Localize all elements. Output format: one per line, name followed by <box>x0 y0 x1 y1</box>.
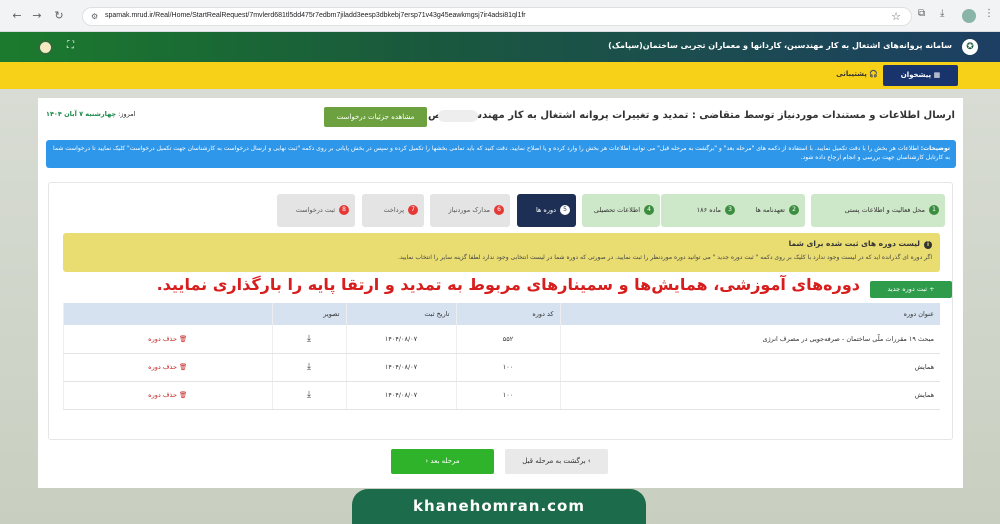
step-3[interactable]: 3 ماده ۱۸۶ <box>661 194 741 227</box>
step-label: اطلاعات تحصیلی <box>593 206 640 214</box>
info-alert: توضیحات: اطلاعات هر بخش را با دقت تکمیل … <box>46 140 956 168</box>
emblem-logo: ✪ <box>962 39 978 55</box>
address-bar[interactable]: ⚙ spamak.mrud.ir/Real/Home/StartRealRequ… <box>82 7 912 26</box>
step-number: 1 <box>929 205 939 215</box>
download-icon[interactable]: ⤓ <box>940 8 944 19</box>
info-icon: i <box>924 241 932 249</box>
chevron-right-icon: › <box>587 457 591 465</box>
delete-course-link[interactable]: 🗑 حذف دوره <box>148 335 187 343</box>
courses-table: عنوان دوره کد دوره تاریخ ثبت تصویر مبحث … <box>63 303 940 410</box>
register-date: ۱۴۰۴/۰۸/۰۷ <box>345 325 456 354</box>
step-7[interactable]: 7پرداخت <box>362 194 424 227</box>
step-label: تعهدنامه ها <box>755 206 785 214</box>
view-details-button[interactable]: مشاهده جزئیات درخواست <box>324 107 427 127</box>
notice-text: اگر دوره ای گذرانده اید که در لیست وجود … <box>397 254 932 261</box>
course-title: مبحث ۱۹ مقررات ملّی ساختمان - صرفه‌جویی … <box>559 325 940 354</box>
info-text: اطلاعات هر بخش را با دقت تکمیل نمایید. ب… <box>53 145 950 161</box>
today-label: امروز: <box>118 110 136 118</box>
register-date: ۱۴۰۴/۰۸/۰۷ <box>345 353 456 382</box>
next-step-label: مرحله بعد <box>430 457 460 465</box>
col-course-code: کد دوره <box>455 303 560 325</box>
course-code: ۱۰۰ <box>455 381 560 410</box>
info-label: توضیحات: <box>920 145 950 152</box>
site-header: سامانه پروانه‌های اشتغال به کار مهندسین،… <box>0 32 1000 62</box>
nav-support[interactable]: 🎧 پشتیبانی <box>836 70 878 78</box>
delete-label: حذف دوره <box>148 334 177 343</box>
extensions-icon[interactable]: ⧉ <box>918 8 925 19</box>
wizard-card: 1محل فعالیت و اطلاعات پستی 2تعهدنامه ها … <box>48 182 953 440</box>
step-8[interactable]: 8 ثبت درخواست <box>277 194 355 227</box>
reload-icon[interactable]: ↻ <box>52 9 66 23</box>
step-label: مدارک موردنیاز <box>448 206 491 214</box>
step-5[interactable]: 5 دوره ها <box>517 194 576 227</box>
browser-toolbar: ← → ↻ ⚙ spamak.mrud.ir/Real/Home/StartRe… <box>0 0 1000 32</box>
bookmark-star-icon[interactable]: ☆ <box>891 10 901 23</box>
step-label: ثبت درخواست <box>295 206 335 214</box>
today-value: چهارشنبه ۷ آبان ۱۴۰۴ <box>46 110 117 118</box>
course-title: همایش <box>559 381 940 410</box>
site-info-icon[interactable]: ⚙ <box>91 12 98 21</box>
step-label: ماده ۱۸۶ <box>696 206 721 214</box>
step-4[interactable]: 4 اطلاعات تحصیلی <box>582 194 660 227</box>
nav-dashboard[interactable]: ▦ پیشخوان <box>883 65 958 86</box>
course-title: همایش <box>559 353 940 382</box>
add-course-button[interactable]: + ثبت دوره جدید <box>870 281 952 298</box>
col-course-title: عنوان دوره <box>559 303 940 325</box>
courses-notice: i لیست دوره های ثبت شده برای شما اگر دوره… <box>63 233 940 272</box>
delete-label: حذف دوره <box>148 391 177 399</box>
url-text: spamak.mrud.ir/Real/Home/StartRealReques… <box>105 12 526 19</box>
delete-course-link[interactable]: 🗑 حذف دوره <box>148 363 187 371</box>
system-title: سامانه پروانه‌های اشتغال به کار مهندسین،… <box>608 41 952 50</box>
user-avatar[interactable] <box>38 40 53 55</box>
nav-dashboard-label: پیشخوان <box>900 71 932 79</box>
step-6[interactable]: 6مدارک موردنیاز <box>430 194 510 227</box>
course-code: ۵۵۲ <box>455 325 560 354</box>
menu-dots-icon[interactable]: ⋮ <box>984 8 994 19</box>
step-number: 2 <box>789 205 799 215</box>
back-arrow-icon[interactable]: ← <box>10 9 24 23</box>
table-row: همایش ۱۰۰ ۱۴۰۴/۰۸/۰۷ ⤓ 🗑 حذف دوره <box>63 353 940 382</box>
profile-avatar[interactable] <box>962 9 976 23</box>
delete-course-link[interactable]: 🗑 حذف دوره <box>148 391 187 399</box>
step-label: دوره ها <box>535 206 556 214</box>
col-image: تصویر <box>271 303 346 325</box>
notice-title: لیست دوره های ثبت شده برای شما <box>788 239 920 248</box>
main-nav: ▦ پیشخوان 🎧 پشتیبانی <box>0 62 1000 89</box>
nav-support-label: پشتیبانی <box>836 70 867 78</box>
chevron-left-icon: ‹ <box>425 457 429 465</box>
download-image-icon[interactable]: ⤓ <box>307 390 311 400</box>
download-image-icon[interactable]: ⤓ <box>307 334 311 344</box>
previous-step-button[interactable]: › برگشت به مرحله قبل <box>505 449 608 474</box>
step-number: 4 <box>644 205 654 215</box>
step-number: 7 <box>408 205 418 215</box>
register-date: ۱۴۰۴/۰۸/۰۷ <box>345 381 456 410</box>
previous-step-label: برگشت به مرحله قبل <box>522 457 586 465</box>
step-label: پرداخت <box>383 206 405 214</box>
main-panel: ارسال اطلاعات و مستندات موردنیاز توسط مت… <box>38 98 963 488</box>
step-label: محل فعالیت و اطلاعات پستی <box>844 206 925 214</box>
col-register-date: تاریخ ثبت <box>345 303 456 325</box>
upload-instruction-headline: دوره‌های آموزشی، همایش‌ها و سمینارهای مر… <box>156 275 860 294</box>
fullscreen-icon[interactable]: ⛶ <box>67 40 74 51</box>
col-actions <box>63 303 272 325</box>
step-number: 3 <box>725 205 735 215</box>
table-row: مبحث ۱۹ مقررات ملّی ساختمان - صرفه‌جویی … <box>63 325 940 354</box>
toggle-switch[interactable] <box>438 110 478 122</box>
add-course-label: ثبت دوره جدید <box>887 285 927 293</box>
next-step-button[interactable]: مرحله بعد ‹ <box>391 449 494 474</box>
forward-arrow-icon[interactable]: → <box>30 9 44 23</box>
table-row: همایش ۱۰۰ ۱۴۰۴/۰۸/۰۷ ⤓ 🗑 حذف دوره <box>63 381 940 410</box>
step-number: 5 <box>560 205 570 215</box>
table-header-row: عنوان دوره کد دوره تاریخ ثبت تصویر <box>63 303 940 325</box>
step-number: 6 <box>494 205 504 215</box>
step-number: 8 <box>339 205 349 215</box>
delete-label: حذف دوره <box>148 363 177 371</box>
course-code: ۱۰۰ <box>455 353 560 382</box>
download-image-icon[interactable]: ⤓ <box>307 362 311 372</box>
watermark-banner: khanehomran.com <box>352 489 646 524</box>
today-date: امروز: چهارشنبه ۷ آبان ۱۴۰۴ <box>46 110 136 118</box>
step-1[interactable]: 1 محل فعالیت و اطلاعات پستی <box>811 194 945 227</box>
